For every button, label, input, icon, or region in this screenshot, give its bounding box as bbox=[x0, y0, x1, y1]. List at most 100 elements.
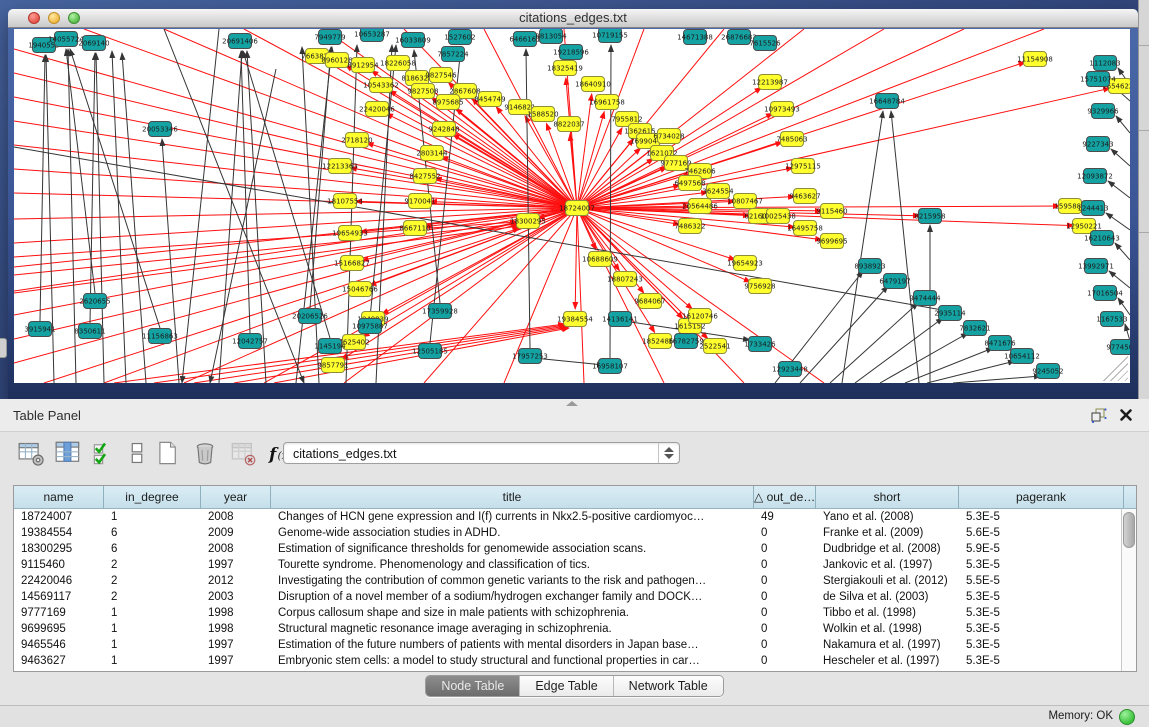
edge-red[interactable] bbox=[362, 208, 577, 261]
column-header-3[interactable]: title bbox=[271, 486, 754, 508]
table-row[interactable]: 946554611997Estimation of the future num… bbox=[14, 637, 1136, 653]
graph-node[interactable]: 1733426 bbox=[744, 337, 776, 352]
scrollbar-thumb[interactable] bbox=[1123, 512, 1135, 548]
graph-node[interactable]: 9242848 bbox=[428, 122, 459, 137]
graph-node[interactable]: 7615526 bbox=[749, 36, 781, 51]
table-row[interactable]: 946362711997Embryonic stem cells: a mode… bbox=[14, 653, 1136, 669]
table-cell[interactable]: 0 bbox=[754, 653, 816, 669]
graph-node[interactable]: 19218596 bbox=[553, 45, 589, 60]
table-cell[interactable]: 1998 bbox=[201, 605, 271, 621]
graph-node[interactable]: 9115460 bbox=[816, 204, 847, 219]
table-cell[interactable]: 5.5E-5 bbox=[959, 573, 1124, 589]
graph-node[interactable]: 10719155 bbox=[592, 29, 628, 43]
create-table-icon[interactable] bbox=[154, 440, 180, 466]
edge-red[interactable] bbox=[14, 169, 577, 208]
edge-black[interactable] bbox=[296, 47, 332, 383]
table-cell[interactable]: 1 bbox=[104, 653, 201, 669]
graph-node[interactable]: 2069140 bbox=[78, 36, 109, 51]
graph-node[interactable]: 10653287 bbox=[354, 29, 390, 42]
table-row[interactable]: 911546021997Tourette syndrome. Phenomeno… bbox=[14, 557, 1136, 573]
table-cell[interactable]: Nakamura et al. (1997) bbox=[816, 637, 959, 653]
select-rows-icon[interactable] bbox=[92, 440, 118, 466]
table-cell[interactable]: 5.9E-5 bbox=[959, 541, 1124, 557]
table-cell[interactable]: 2012 bbox=[201, 573, 271, 589]
table-cell[interactable]: 5.3E-5 bbox=[959, 621, 1124, 637]
graph-node[interactable]: 8912954 bbox=[347, 58, 379, 73]
table-cell[interactable]: 1 bbox=[104, 621, 201, 637]
show-columns-icon[interactable] bbox=[55, 440, 81, 466]
graph-node[interactable]: 8813054 bbox=[535, 29, 567, 44]
graph-node[interactable]: 1167533 bbox=[1096, 312, 1127, 327]
graph-node[interactable]: 16958107 bbox=[592, 359, 628, 374]
graph-node[interactable]: 19654933 bbox=[332, 226, 368, 241]
graph-node[interactable]: 1527602 bbox=[444, 30, 475, 45]
edge-red[interactable] bbox=[164, 29, 577, 208]
graph-node[interactable]: 9329966 bbox=[1087, 104, 1119, 119]
table-cell[interactable]: 0 bbox=[754, 525, 816, 541]
graph-node[interactable]: 8667110 bbox=[399, 221, 430, 236]
table-cell[interactable]: 2003 bbox=[201, 589, 271, 605]
graph-node[interactable]: 2803144 bbox=[416, 146, 448, 161]
edge-red[interactable] bbox=[577, 148, 641, 208]
edge-black[interactable] bbox=[891, 111, 919, 383]
edge-black[interactable] bbox=[164, 29, 304, 383]
graph-node[interactable]: 12042757 bbox=[232, 334, 268, 349]
table-cell[interactable]: 2 bbox=[104, 589, 201, 605]
graph-node[interactable]: 18640910 bbox=[575, 77, 611, 92]
table-cell[interactable]: de Silva et al. (2003) bbox=[816, 589, 959, 605]
combobox-stepper-icon[interactable] bbox=[658, 443, 679, 463]
graph-node[interactable]: 6497568 bbox=[674, 176, 705, 191]
network-view-window[interactable]: citations_edges.txt 18724007766382289601… bbox=[8, 9, 1138, 399]
minimize-window-button[interactable] bbox=[48, 12, 60, 24]
merge-rows-icon[interactable] bbox=[124, 440, 150, 466]
graph-node[interactable]: 18325419 bbox=[547, 61, 583, 76]
graph-node[interactable]: 8822037 bbox=[553, 117, 584, 132]
table-cell[interactable]: 2009 bbox=[201, 525, 271, 541]
graph-node[interactable]: 9857791 bbox=[317, 358, 348, 373]
table-cell[interactable]: 5.6E-5 bbox=[959, 525, 1124, 541]
graph-node[interactable]: 9227343 bbox=[1082, 137, 1113, 152]
graph-node[interactable]: 1588520 bbox=[527, 107, 558, 122]
edge-red[interactable] bbox=[577, 208, 824, 383]
edge-red[interactable] bbox=[575, 208, 577, 309]
float-panel-icon[interactable] bbox=[1091, 408, 1107, 423]
table-cell[interactable]: 0 bbox=[754, 557, 816, 573]
edge-black[interactable] bbox=[241, 51, 250, 333]
table-row[interactable]: 1938455462009Genome-wide association stu… bbox=[14, 525, 1136, 541]
graph-node[interactable]: 7949779 bbox=[314, 30, 345, 45]
zoom-window-button[interactable] bbox=[68, 12, 80, 24]
table-cell[interactable]: 2 bbox=[104, 573, 201, 589]
graph-node[interactable]: 12093872 bbox=[1077, 169, 1113, 184]
edge-black[interactable] bbox=[1111, 149, 1130, 166]
edge-red[interactable] bbox=[14, 49, 577, 208]
table-cell[interactable]: 1 bbox=[104, 637, 201, 653]
graph-node[interactable]: 1244413 bbox=[1077, 201, 1108, 216]
table-cell[interactable]: 49 bbox=[754, 509, 816, 525]
graph-node[interactable]: 9756928 bbox=[744, 279, 775, 294]
graph-node[interactable]: 14136141 bbox=[602, 312, 638, 327]
graph-node[interactable]: 16033809 bbox=[395, 33, 431, 48]
table-cell[interactable]: 5.3E-5 bbox=[959, 509, 1124, 525]
graph-node[interactable]: 8215958 bbox=[914, 209, 945, 224]
table-cell[interactable]: 2008 bbox=[201, 509, 271, 525]
graph-node[interactable]: 6734028 bbox=[653, 129, 684, 144]
graph-node[interactable]: 7832621 bbox=[959, 321, 990, 336]
edge-black[interactable] bbox=[953, 376, 1041, 383]
graph-node[interactable]: 18226058 bbox=[380, 56, 416, 71]
panel-collapse-handle[interactable] bbox=[0, 338, 7, 358]
table-cell[interactable]: Genome-wide association studies in ADHD. bbox=[271, 525, 754, 541]
table-scrollbar[interactable] bbox=[1121, 509, 1136, 671]
table-cell[interactable]: Tibbo et al. (1998) bbox=[816, 605, 959, 621]
table-cell[interactable]: 1997 bbox=[201, 653, 271, 669]
table-selector-combobox[interactable]: citations_edges.txt bbox=[283, 442, 680, 464]
panel-divider-grip[interactable] bbox=[566, 401, 578, 406]
table-cell[interactable]: Investigating the contribution of common… bbox=[271, 573, 754, 589]
graph-node[interactable]: 7857224 bbox=[437, 47, 469, 62]
column-header-5[interactable]: short bbox=[816, 486, 959, 508]
edge-black[interactable] bbox=[610, 45, 611, 358]
table-cell[interactable]: 0 bbox=[754, 621, 816, 637]
table-cell[interactable]: 0 bbox=[754, 541, 816, 557]
graph-node[interactable]: 7485063 bbox=[776, 132, 807, 147]
graph-node[interactable]: 8975685 bbox=[432, 95, 463, 110]
graph-node[interactable]: 9463627 bbox=[789, 189, 820, 204]
